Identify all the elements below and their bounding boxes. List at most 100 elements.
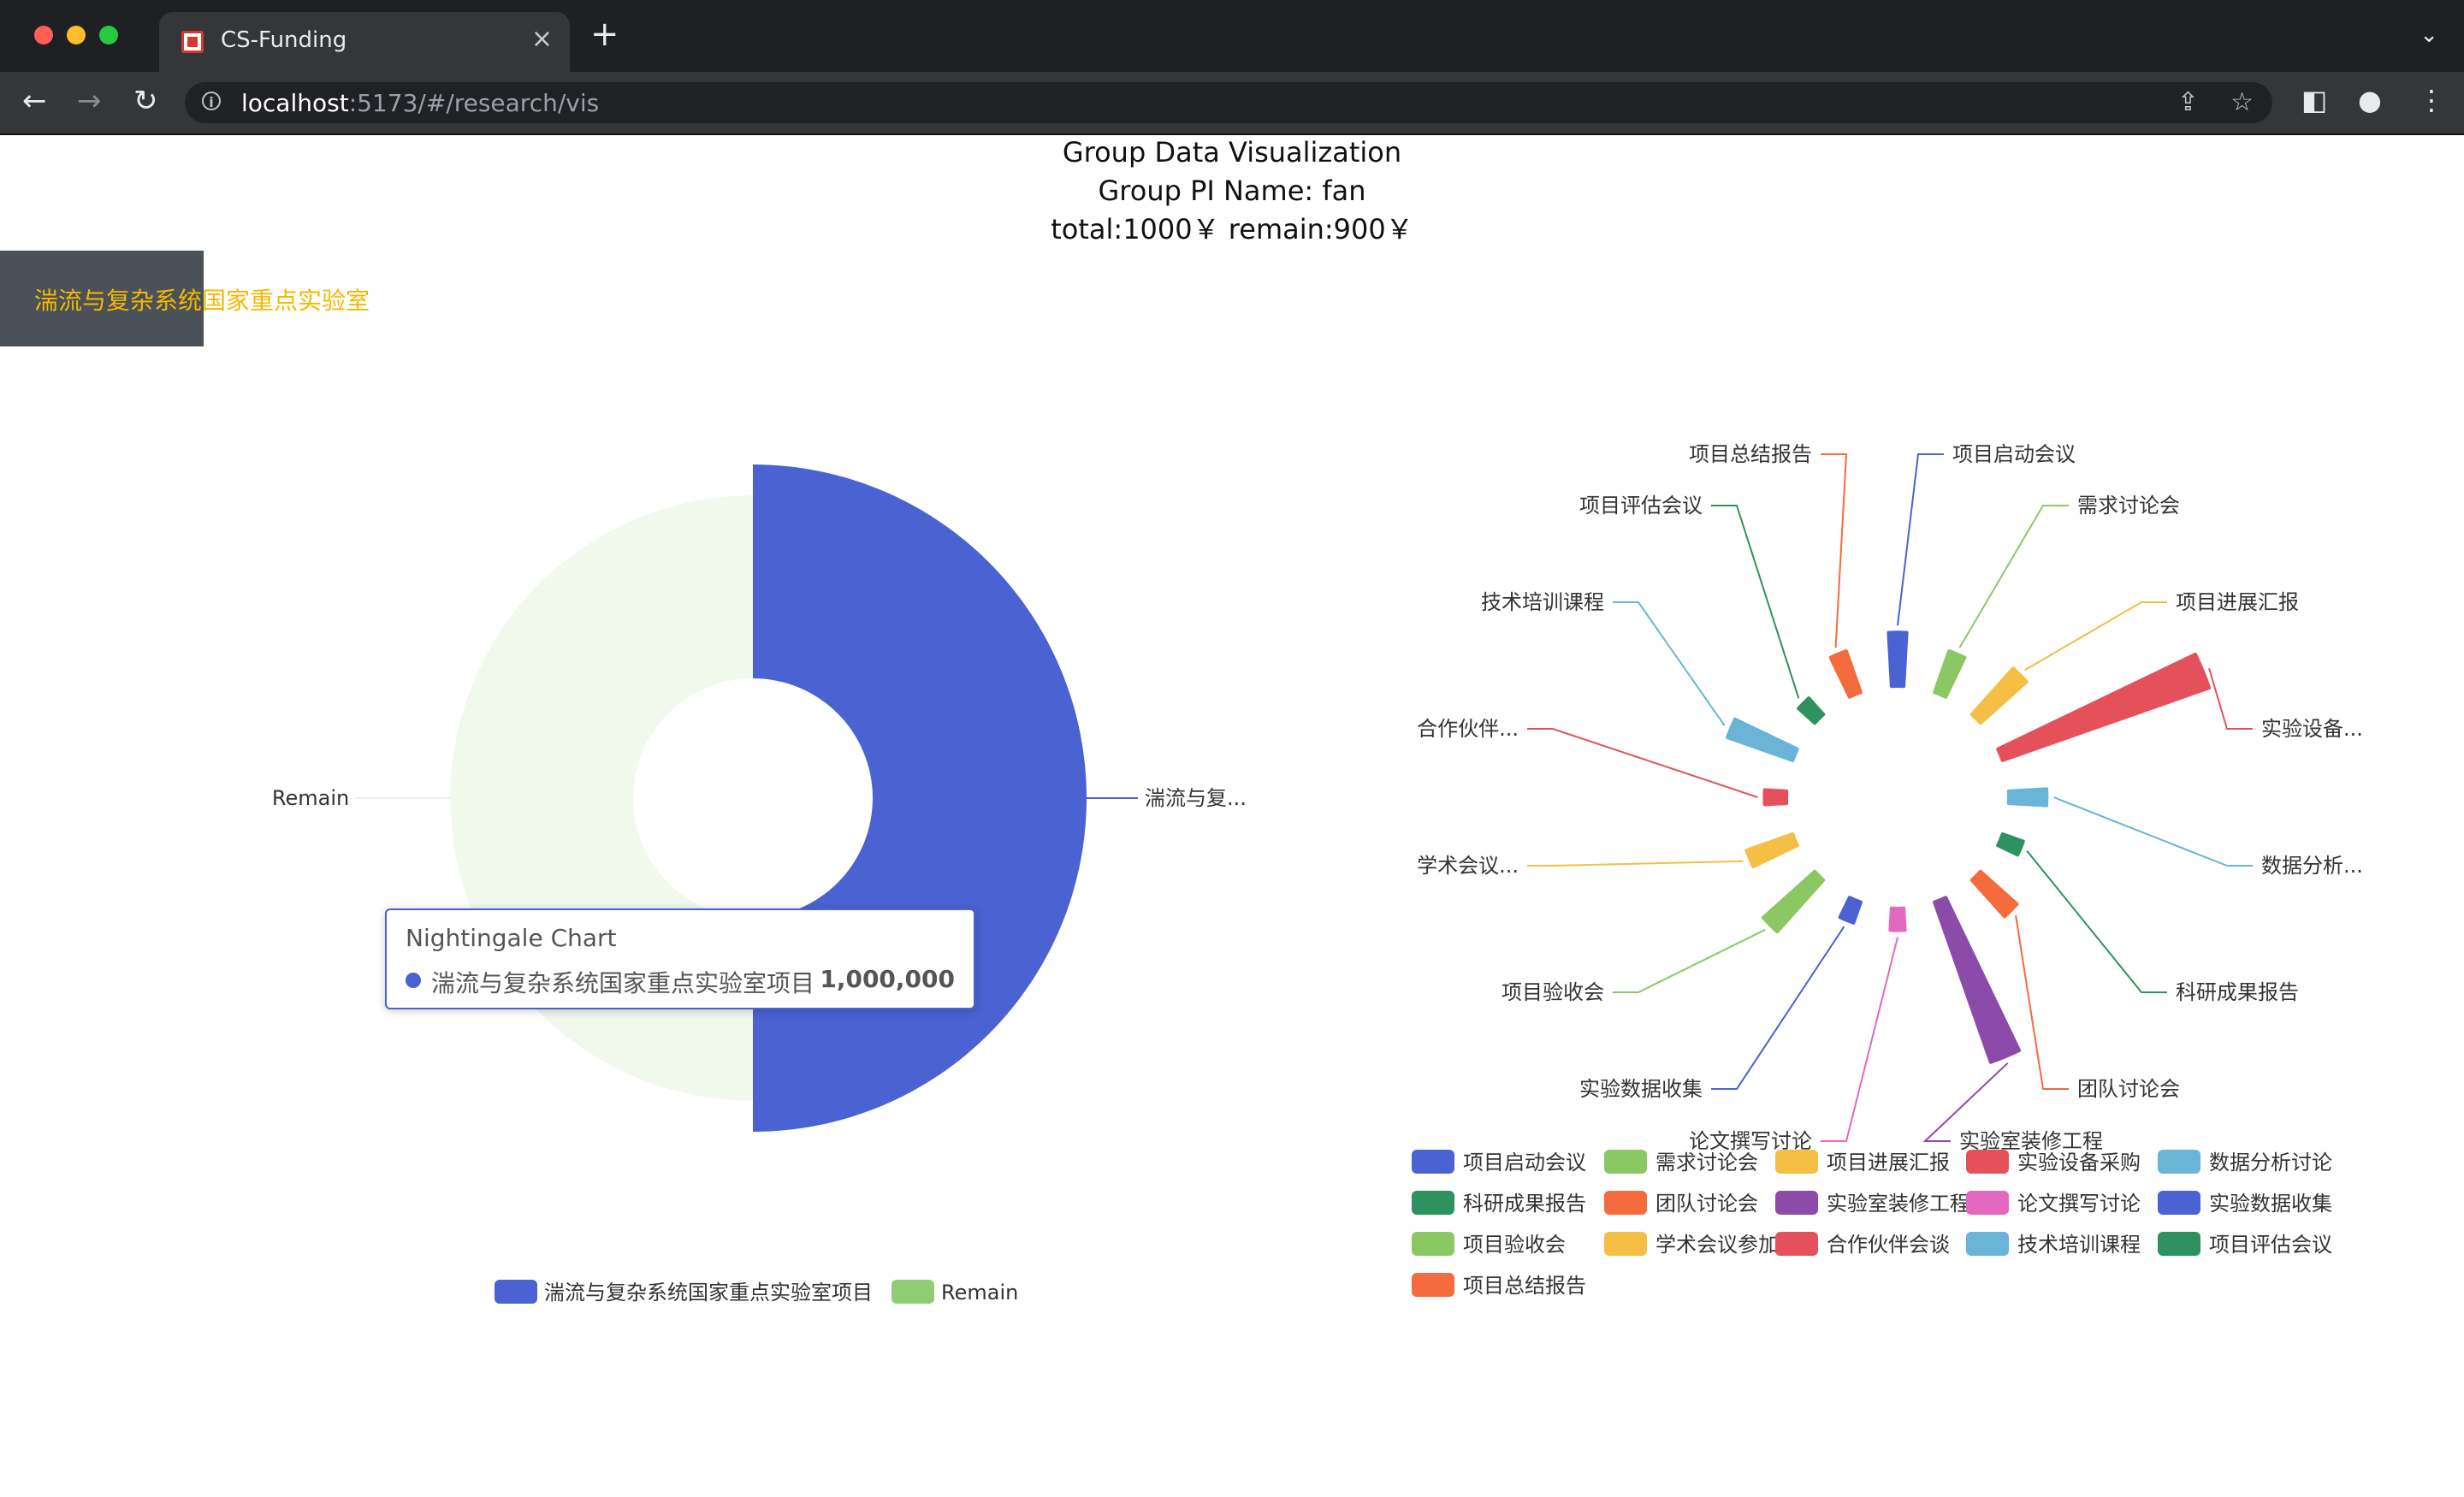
rose-slice-13	[1762, 788, 1789, 807]
legend-item-label: 数据分析讨论	[2209, 1151, 2332, 1175]
legend-item-label: 实验室装修工程	[1827, 1192, 1970, 1216]
rose-slice-6	[1996, 832, 2025, 857]
legend-swatch	[1412, 1150, 1454, 1174]
slice-label: 实验数据收集	[1579, 1077, 1703, 1101]
legend-swatch	[891, 1280, 934, 1304]
label-leader-line	[2015, 914, 2069, 1090]
close-tab-icon[interactable]: ×	[531, 24, 553, 54]
nightingale-chart-group-funding: 湍流与复... Remain 湍流与复杂系统国家重点实验室项目 Remain	[272, 464, 1247, 1305]
label-leader-line	[2024, 601, 2167, 672]
slice-label: 团队讨论会	[2077, 1077, 2180, 1101]
window-controls	[34, 26, 118, 44]
slice-label: 需求讨论会	[2077, 494, 2180, 518]
minimize-window-button[interactable]	[67, 26, 86, 44]
new-tab-icon[interactable]: +	[590, 17, 619, 51]
label-leader-line	[2026, 849, 2167, 993]
slice-label: 数据分析...	[2261, 854, 2363, 878]
nightingale-chart-activities: 项目启动会议需求讨论会项目进展汇报实验设备...数据分析...科研成果报告团队讨…	[1412, 442, 2363, 1298]
label-leader-line	[1897, 453, 1944, 626]
legend-item-label: 技术培训课程	[2017, 1233, 2141, 1257]
slice-label: 实验室装修工程	[1959, 1129, 2103, 1153]
bookmark-star-icon[interactable]: ☆	[2230, 87, 2254, 117]
share-icon[interactable]: ⇪	[2177, 87, 2199, 117]
forward-arrow-icon[interactable]: →	[77, 84, 102, 118]
rose-slice-9	[1888, 906, 1907, 932]
chart-tooltip: Nightingale Chart 湍流与复杂系统国家重点实验室项目 1,000…	[385, 908, 975, 1009]
label-leader-line	[2052, 796, 2253, 867]
label-leader-line	[2208, 667, 2253, 730]
tooltip-title: Nightingale Chart	[406, 924, 617, 952]
rose-slice-1	[753, 464, 1087, 1132]
slice-label: 项目进展汇报	[2176, 590, 2299, 614]
legend-swatch	[1775, 1191, 1818, 1215]
reload-icon[interactable]: ↻	[133, 84, 158, 118]
slice-label: 项目启动会议	[1952, 442, 2076, 466]
legend-item-label: Remain	[941, 1281, 1018, 1305]
profile-avatar-icon[interactable]: ●	[2358, 84, 2382, 116]
rose-slice-12	[1744, 832, 1799, 869]
legend-item-label: 团队讨论会	[1656, 1192, 1758, 1216]
address-bar[interactable]: i localhost:5173/#/research/vis ⇪ ☆	[185, 82, 2272, 123]
legend-item-label: 合作伙伴会谈	[1827, 1233, 1950, 1257]
label-leader-line	[1527, 860, 1744, 867]
slice-label: 湍流与复...	[1145, 786, 1247, 810]
slice-label: 实验设备...	[2261, 717, 2363, 741]
back-arrow-icon[interactable]: ←	[22, 84, 47, 118]
legend-item-label: 湍流与复杂系统国家重点实验室项目	[544, 1281, 873, 1305]
legend-swatch	[2158, 1191, 2200, 1215]
tooltip-item-name: 湍流与复杂系统国家重点实验室项目	[431, 969, 815, 997]
rose-slice-5	[2006, 787, 2049, 808]
charts-canvas: 湍流与复... Remain 湍流与复杂系统国家重点实验室项目 Remain 项目启动…	[272, 442, 2363, 1305]
browser-tab[interactable]: CS-Funding ×	[159, 12, 570, 72]
legend-swatch	[2158, 1232, 2200, 1256]
close-window-button[interactable]	[34, 26, 53, 44]
slice-label: 合作伙伴...	[1417, 717, 1519, 741]
legend-item-label: 需求讨论会	[1656, 1151, 1758, 1175]
legend-swatch	[1412, 1273, 1454, 1297]
rose-slice-16	[1828, 649, 1863, 699]
more-menu-icon[interactable]: ⋮	[2418, 84, 2445, 116]
legend-item-label: 项目启动会议	[1463, 1151, 1586, 1175]
label-leader-line	[1613, 601, 1726, 726]
chevron-down-icon[interactable]: ⌄	[2420, 22, 2438, 48]
legend-swatch	[1966, 1191, 2009, 1215]
browser-toolbar: ← → ↻ i localhost:5173/#/research/vis ⇪ …	[0, 72, 2464, 135]
legend-item-label: 项目进展汇报	[1827, 1151, 1950, 1175]
legend-item-label: 项目评估会议	[2209, 1233, 2332, 1257]
legend-swatch	[1604, 1191, 1647, 1215]
rose-slice-7	[1969, 869, 2019, 919]
label-leader-line	[1613, 928, 1766, 993]
legend-item-label: 实验数据收集	[2209, 1192, 2332, 1216]
legend-swatch	[1412, 1232, 1454, 1256]
rose-slice-14	[1725, 717, 1799, 762]
legend-item-label: 项目验收会	[1463, 1233, 1566, 1257]
side-panel-icon[interactable]: ◧	[2301, 84, 2327, 116]
slice-label: 项目验收会	[1502, 980, 1604, 1004]
rose-slice-3	[1969, 666, 2029, 725]
legend-swatch	[2158, 1150, 2200, 1174]
label-leader-line	[1711, 505, 1800, 699]
legend-item-label: 科研成果报告	[1463, 1192, 1586, 1216]
rose-slice-10	[1838, 896, 1863, 925]
url-text[interactable]: localhost:5173/#/research/vis	[241, 89, 599, 117]
legend-item-label: 学术会议参加	[1656, 1233, 1779, 1257]
legend-swatch	[1966, 1232, 2009, 1256]
maximize-window-button[interactable]	[99, 26, 118, 44]
legend-item-label: 实验设备采购	[2017, 1151, 2141, 1175]
label-leader-line	[1711, 926, 1845, 1090]
tooltip-item-value: 1,000,000	[820, 965, 955, 993]
legend-swatch	[1604, 1232, 1647, 1256]
rose-slice-2	[1933, 649, 1967, 699]
label-leader-line	[1527, 728, 1758, 798]
favicon-icon	[181, 31, 204, 53]
label-leader-line	[1821, 453, 1848, 648]
rose-slice-15	[1797, 696, 1826, 725]
slice-label: 学术会议...	[1417, 854, 1519, 878]
site-info-icon[interactable]: i	[202, 92, 221, 110]
rose-slice-4	[1996, 652, 2212, 762]
legend-swatch	[1775, 1232, 1818, 1256]
legend-item-label: 项目总结报告	[1463, 1274, 1586, 1298]
slice-label: 论文撰写讨论	[1689, 1129, 1812, 1153]
rose-slice-11	[1761, 869, 1826, 934]
tab-title: CS-Funding	[221, 27, 347, 53]
